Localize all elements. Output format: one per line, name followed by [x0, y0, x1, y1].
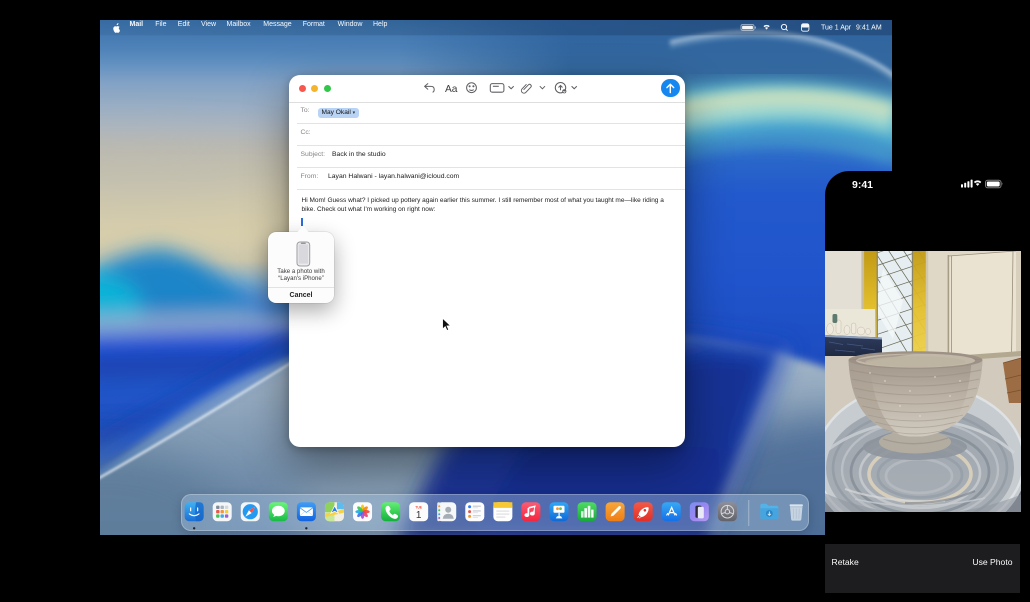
svg-text:Aa: Aa	[445, 84, 458, 95]
svg-text:9:41 AM: 9:41 AM	[856, 25, 882, 32]
svg-text:1: 1	[416, 510, 422, 521]
svg-text:Tue 1 Apr: Tue 1 Apr	[821, 25, 852, 32]
svg-text:TUE: TUE	[416, 505, 423, 509]
